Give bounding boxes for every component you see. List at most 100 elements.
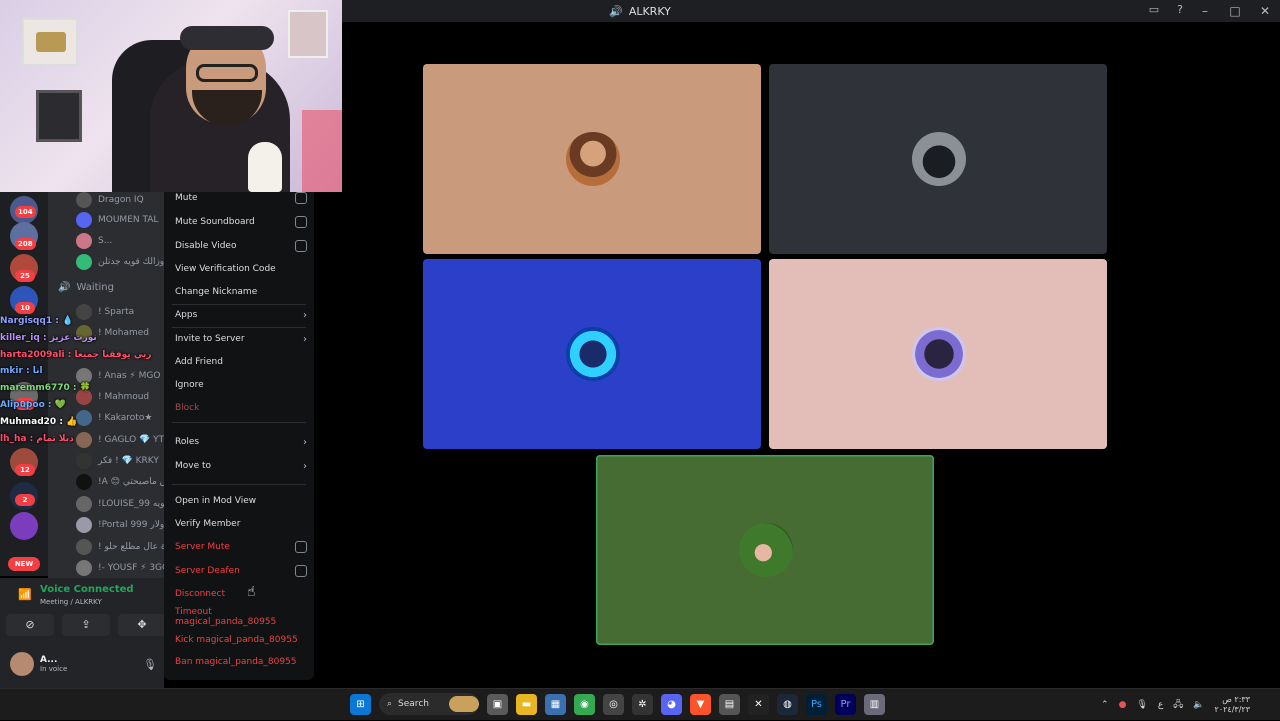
chevron-right-icon: ›: [303, 436, 307, 448]
menu-item-disable-video[interactable]: Disable Video: [175, 238, 307, 254]
menu-item-kick[interactable]: Kick magical_panda_80955: [175, 632, 307, 648]
store-icon[interactable]: ▦: [545, 693, 566, 715]
menu-item-change-nickname[interactable]: Change Nickname: [175, 284, 307, 300]
video-tile[interactable]: [423, 259, 761, 449]
menu-item-open-in-mod-view[interactable]: Open in Mod View: [175, 493, 307, 509]
checkbox[interactable]: [295, 192, 307, 204]
voice-member[interactable]: !- YOUSF ⚡ 3GG: [76, 558, 164, 578]
checkbox[interactable]: [295, 565, 307, 577]
menu-item-verify-member[interactable]: Verify Member: [175, 516, 307, 532]
voice-member[interactable]: !Portal 999 دولار: [76, 515, 164, 535]
menu-item-block[interactable]: Block: [175, 400, 307, 416]
video-tile[interactable]: [769, 64, 1107, 254]
checkbox[interactable]: [295, 541, 307, 553]
server-icon-8[interactable]: [10, 512, 38, 540]
chat-message: Muhmad20 : 👍: [0, 416, 78, 427]
voice-member[interactable]: !LOUISE_99 قويه: [76, 494, 164, 514]
obs-icon[interactable]: ◎: [603, 693, 624, 715]
photoshop-icon[interactable]: Ps: [806, 693, 827, 715]
unread-badge: 208: [15, 238, 36, 250]
camera-off-button[interactable]: ⊘: [6, 614, 54, 636]
steam-icon[interactable]: ◍: [777, 693, 798, 715]
app-icon[interactable]: ▥: [864, 693, 885, 715]
menu-item-view-verification-code[interactable]: View Verification Code: [175, 261, 307, 277]
voice-member[interactable]: S...: [76, 231, 112, 251]
inbox-icon[interactable]: ▭: [1146, 2, 1162, 18]
voice-panel: 📶 Voice Connected Meeting / ALKRKY ⊘ ⇪ ✥…: [0, 578, 166, 688]
volume-icon[interactable]: 🔈: [1193, 700, 1204, 710]
new-servers-pill[interactable]: NEW: [8, 557, 40, 571]
file-explorer-icon[interactable]: ▬: [516, 693, 537, 715]
menu-item-ignore[interactable]: Ignore: [175, 377, 307, 393]
menu-item-move-to[interactable]: Move to ›: [175, 458, 307, 474]
voice-member[interactable]: حزوزالك قويه جدتلن: [76, 252, 164, 272]
maximize-button[interactable]: □: [1220, 4, 1250, 18]
menu-item-server-mute[interactable]: Server Mute: [175, 539, 307, 555]
discord-icon[interactable]: ◕: [661, 693, 682, 715]
premiere-icon[interactable]: Pr: [835, 693, 856, 715]
screen-share-button[interactable]: ⇪: [62, 614, 110, 636]
microphone-icon[interactable]: 🎙: [143, 658, 157, 671]
taskbar-search[interactable]: ⌕ Search: [379, 693, 479, 715]
brave-icon[interactable]: ▼: [690, 693, 711, 715]
voice-member[interactable]: Dragon IQ: [76, 192, 144, 210]
video-tile[interactable]: [423, 64, 761, 254]
avatar[interactable]: [10, 652, 34, 676]
taskbar-clock[interactable]: ٢:٣٣ ص ٢٠٢٤/٣/٢٣: [1215, 695, 1250, 715]
minimize-button[interactable]: –: [1190, 4, 1220, 18]
avatar[interactable]: [566, 327, 620, 381]
menu-item-timeout[interactable]: Timeout magical_panda_80955: [175, 607, 307, 627]
avatar[interactable]: [566, 132, 620, 186]
menu-item-disconnect[interactable]: Disconnect: [175, 586, 307, 602]
microphone-icon[interactable]: 🎙: [1136, 700, 1147, 710]
stream-chat-overlay: Nargisqq1 : 💧 killer_iq : نورت عزيز hart…: [0, 316, 170, 450]
discord-app: 🔊 ALKRKY ▭ ? – □ ✕ 104 208 25 10 54 12 2…: [0, 0, 1280, 688]
user-status: In voice: [40, 665, 68, 673]
avatar[interactable]: [739, 523, 793, 577]
avatar[interactable]: [912, 327, 966, 381]
avatar[interactable]: [912, 132, 966, 186]
voice-member[interactable]: !A 😊 ليش ماصبحتي: [76, 472, 164, 492]
menu-item-mute-soundboard[interactable]: Mute Soundboard: [175, 214, 307, 230]
chevron-up-icon[interactable]: ⌃: [1101, 700, 1109, 710]
voice-member[interactable]: MOUMEN TAL: [76, 210, 158, 230]
voice-member[interactable]: فكر ! 💎 KRKY: [76, 451, 159, 471]
chat-message: mkir : انا: [0, 366, 43, 377]
chat-message: lh_ha : دبلا تمام: [0, 433, 74, 444]
waiting-channel[interactable]: 🔊 Waiting: [58, 282, 114, 293]
activities-button[interactable]: ✥: [118, 614, 166, 636]
language-indicator[interactable]: ع: [1158, 700, 1163, 710]
close-button[interactable]: ✕: [1250, 4, 1280, 18]
chat-message: killer_iq : نورت عزيز: [0, 332, 97, 343]
settings-icon[interactable]: ✲: [632, 693, 653, 715]
chevron-right-icon: ›: [303, 460, 307, 472]
server-icon: 🔊: [609, 4, 623, 18]
menu-item-ban[interactable]: Ban magical_panda_80955: [175, 654, 307, 670]
checkbox[interactable]: [295, 240, 307, 252]
menu-item-server-deafen[interactable]: Server Deafen: [175, 563, 307, 579]
streamer-webcam: [0, 0, 342, 192]
app-icon[interactable]: ▤: [719, 693, 740, 715]
unread-badge: 104: [15, 206, 36, 218]
signal-icon[interactable]: 📶: [18, 588, 32, 602]
menu-item-mute[interactable]: Mute: [175, 190, 307, 206]
chrome-icon[interactable]: ◉: [574, 693, 595, 715]
voice-status[interactable]: Voice Connected: [40, 584, 134, 595]
video-tile[interactable]: [769, 259, 1107, 449]
network-icon[interactable]: 🖧: [1173, 697, 1183, 713]
menu-item-invite-to-server[interactable]: Invite to Server ›: [175, 331, 307, 347]
tray-app-icon[interactable]: ●: [1119, 700, 1127, 710]
voice-member[interactable]: ! فكرة عال مطلع حلو: [76, 537, 164, 557]
checkbox[interactable]: [295, 216, 307, 228]
user-name: A...: [40, 655, 58, 665]
help-icon[interactable]: ?: [1172, 2, 1188, 18]
voice-channel-path[interactable]: Meeting / ALKRKY: [40, 598, 102, 606]
capcut-icon[interactable]: ✕: [748, 693, 769, 715]
task-view-icon[interactable]: ▣: [487, 693, 508, 715]
menu-item-add-friend[interactable]: Add Friend: [175, 354, 307, 370]
search-icon: ⌕: [387, 699, 393, 709]
menu-item-roles[interactable]: Roles ›: [175, 434, 307, 450]
menu-item-apps[interactable]: Apps ›: [175, 307, 307, 323]
start-button[interactable]: ⊞: [350, 693, 371, 715]
video-tile[interactable]: [596, 455, 934, 645]
